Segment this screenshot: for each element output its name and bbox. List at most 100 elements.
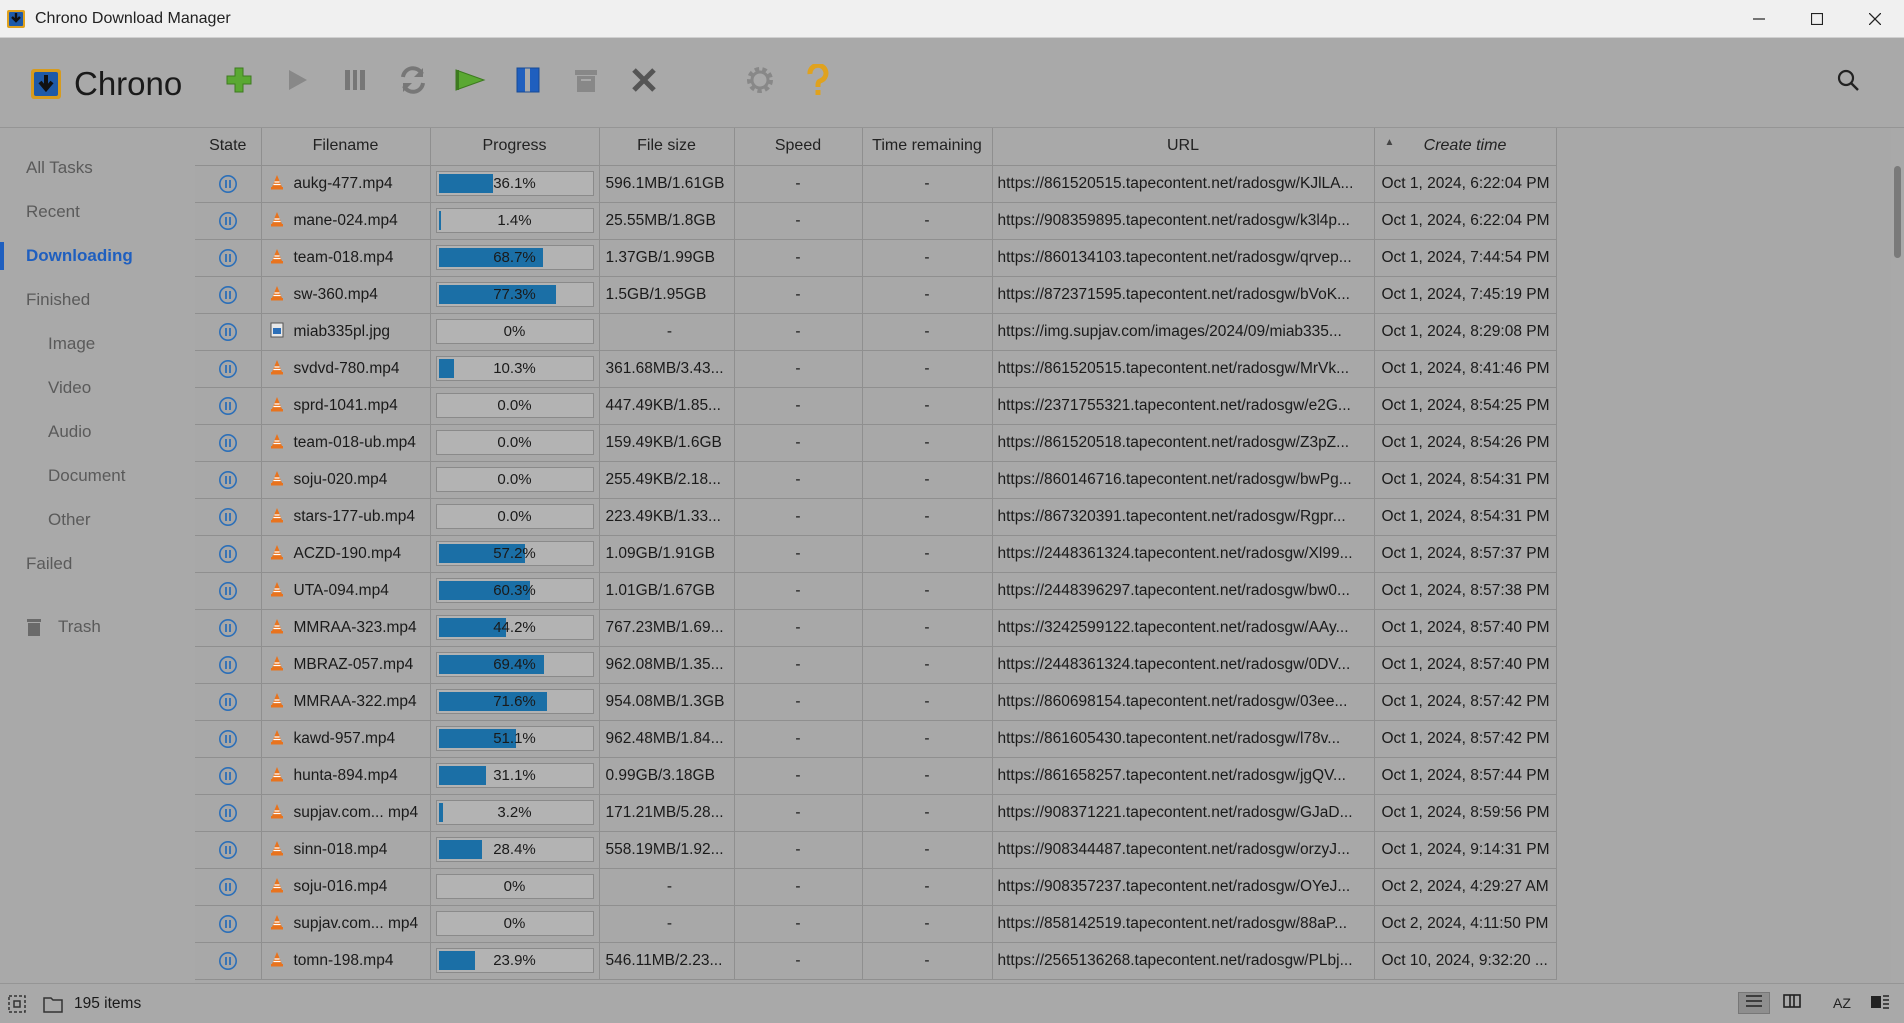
paused-state-icon[interactable] [218,248,238,268]
paused-state-icon[interactable] [218,655,238,675]
maximize-button[interactable] [1788,0,1846,38]
table-row[interactable]: sinn-018.mp4 28.4% 558.19MB/1.92... - - https… [195,831,1557,869]
state-cell[interactable] [195,424,262,462]
state-cell[interactable] [195,350,262,388]
sidebar-item-audio[interactable]: Audio [0,416,195,448]
sort-az-button[interactable]: AZ [1826,992,1858,1014]
paused-state-icon[interactable] [218,433,238,453]
table-row[interactable]: kawd-957.mp4 51.1% 962.48MB/1.84... - - https… [195,720,1557,758]
paused-state-icon[interactable] [218,914,238,934]
start-all-button[interactable] [450,62,490,102]
scrollbar-thumb[interactable] [1894,166,1901,258]
table-row[interactable]: sw-360.mp4 77.3% 1.5GB/1.95GB - - https://872… [195,276,1557,314]
state-cell[interactable] [195,165,262,203]
pause-button[interactable] [335,62,375,102]
state-cell[interactable] [195,461,262,499]
select-area-icon[interactable] [6,993,28,1015]
minimize-button[interactable] [1730,0,1788,38]
paused-state-icon[interactable] [218,285,238,305]
table-row[interactable]: team-018.mp4 68.7% 1.37GB/1.99GB - - https://… [195,239,1557,277]
paused-state-icon[interactable] [218,174,238,194]
state-cell[interactable] [195,942,262,980]
pause-all-button[interactable] [508,62,548,102]
column-settings-button[interactable] [1864,992,1896,1014]
state-cell[interactable] [195,313,262,351]
state-cell[interactable] [195,387,262,425]
state-cell[interactable] [195,572,262,610]
sidebar-item-trash[interactable]: Trash [0,611,195,643]
state-cell[interactable] [195,831,262,869]
table-row[interactable]: svdvd-780.mp4 10.3% 361.68MB/3.43... - - http… [195,350,1557,388]
column-header-time-remaining[interactable]: Time remaining [862,128,993,166]
new-download-button[interactable] [219,62,259,102]
table-row[interactable]: ACZD-190.mp4 57.2% 1.09GB/1.91GB - - https://… [195,535,1557,573]
state-cell[interactable] [195,535,262,573]
paused-state-icon[interactable] [218,729,238,749]
search-button[interactable] [1836,68,1864,96]
state-cell[interactable] [195,276,262,314]
sidebar-item-video[interactable]: Video [0,372,195,404]
list-view-button[interactable] [1738,992,1770,1014]
table-row[interactable]: MMRAA-323.mp4 44.2% 767.23MB/1.69... - - http… [195,609,1557,647]
table-row[interactable]: aukg-477.mp4 36.1% 596.1MB/1.61GB - - https:/… [195,165,1557,203]
paused-state-icon[interactable] [218,840,238,860]
sidebar-item-recent[interactable]: Recent [0,196,195,228]
table-row[interactable]: supjav.com... mp4 0% - - - https://858142519.… [195,905,1557,943]
settings-button[interactable] [740,62,780,102]
paused-state-icon[interactable] [218,877,238,897]
folder-icon[interactable] [42,993,64,1015]
paused-state-icon[interactable] [218,507,238,527]
column-header-file-size[interactable]: File size [599,128,735,166]
table-row[interactable]: hunta-894.mp4 31.1% 0.99GB/3.18GB - - https:/… [195,757,1557,795]
table-row[interactable]: tomn-198.mp4 23.9% 546.11MB/2.23... - - https… [195,942,1557,980]
sidebar-item-finished[interactable]: Finished [0,284,195,316]
state-cell[interactable] [195,609,262,647]
column-header-speed[interactable]: Speed [734,128,863,166]
state-cell[interactable] [195,646,262,684]
table-row[interactable]: team-018-ub.mp4 0.0% 159.49KB/1.6GB - - https… [195,424,1557,462]
table-row[interactable]: mane-024.mp4 1.4% 25.55MB/1.8GB - - https://9… [195,202,1557,240]
redownload-button[interactable] [393,62,433,102]
start-button[interactable] [277,62,317,102]
column-header-filename[interactable]: Filename [261,128,431,166]
vertical-scrollbar[interactable] [1891,128,1904,983]
paused-state-icon[interactable] [218,581,238,601]
close-window-button[interactable] [1846,0,1904,38]
paused-state-icon[interactable] [218,544,238,564]
sidebar-item-downloading[interactable]: Downloading [0,240,195,272]
state-cell[interactable] [195,202,262,240]
table-row[interactable]: MMRAA-322.mp4 71.6% 954.08MB/1.3GB - - https:… [195,683,1557,721]
state-cell[interactable] [195,498,262,536]
table-row[interactable]: sprd-1041.mp4 0.0% 447.49KB/1.85... - - https… [195,387,1557,425]
sidebar-item-all-tasks[interactable]: All Tasks [0,152,195,184]
paused-state-icon[interactable] [218,396,238,416]
state-cell[interactable] [195,239,262,277]
paused-state-icon[interactable] [218,766,238,786]
table-row[interactable]: soju-016.mp4 0% - - - https://908357237.tapec… [195,868,1557,906]
table-row[interactable]: soju-020.mp4 0.0% 255.49KB/2.18... - - https:… [195,461,1557,499]
table-row[interactable]: MBRAZ-057.mp4 69.4% 962.08MB/1.35... - - http… [195,646,1557,684]
delete-button[interactable] [624,62,664,102]
paused-state-icon[interactable] [218,803,238,823]
table-row[interactable]: miab335pl.jpg 0% - - - https://img.supjav.com… [195,313,1557,351]
paused-state-icon[interactable] [218,211,238,231]
grid-view-button[interactable] [1776,992,1808,1014]
column-header-state[interactable]: State [195,128,262,166]
help-button[interactable] [798,62,838,102]
state-cell[interactable] [195,794,262,832]
column-header-create-time[interactable]: ▲ Create time [1374,128,1557,166]
table-row[interactable]: UTA-094.mp4 60.3% 1.01GB/1.67GB - - https://2… [195,572,1557,610]
sidebar-item-image[interactable]: Image [0,328,195,360]
table-row[interactable]: supjav.com... mp4 3.2% 171.21MB/5.28... - - h… [195,794,1557,832]
column-header-url[interactable]: URL [992,128,1375,166]
clear-finished-button[interactable] [566,62,606,102]
paused-state-icon[interactable] [218,951,238,971]
state-cell[interactable] [195,757,262,795]
table-row[interactable]: stars-177-ub.mp4 0.0% 223.49KB/1.33... - - ht… [195,498,1557,536]
paused-state-icon[interactable] [218,618,238,638]
paused-state-icon[interactable] [218,470,238,490]
column-header-progress[interactable]: Progress [430,128,600,166]
state-cell[interactable] [195,720,262,758]
sidebar-item-other[interactable]: Other [0,504,195,536]
sidebar-item-document[interactable]: Document [0,460,195,492]
